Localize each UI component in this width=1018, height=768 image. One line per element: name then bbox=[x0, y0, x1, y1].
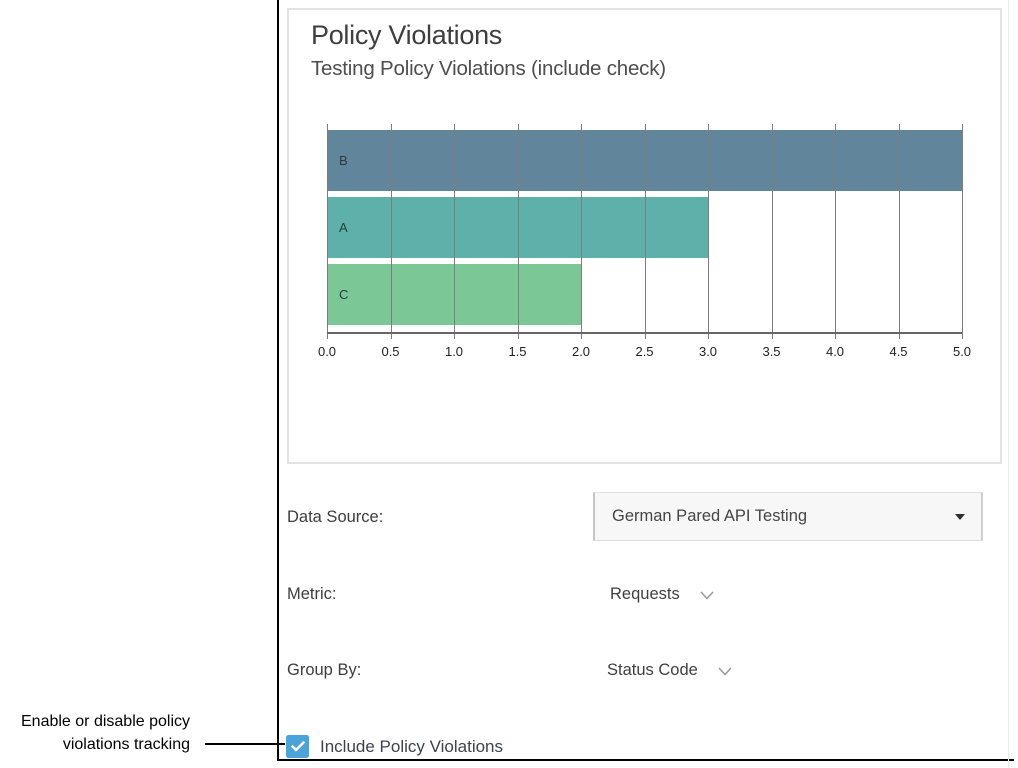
gridline bbox=[962, 124, 963, 339]
x-tick-label: 3.5 bbox=[762, 344, 780, 359]
annotation-line-2: violations tracking bbox=[0, 733, 190, 756]
x-tick-label: 5.0 bbox=[953, 344, 971, 359]
chart-card: Policy Violations Testing Policy Violati… bbox=[287, 8, 1002, 464]
dropdown-caret-icon bbox=[955, 514, 965, 520]
data-source-label: Data Source: bbox=[287, 507, 383, 527]
metric-dropdown[interactable]: Requests bbox=[610, 584, 714, 604]
x-tick-label: 2.5 bbox=[635, 344, 653, 359]
annotation-text: Enable or disable policy violations trac… bbox=[0, 710, 190, 756]
gridline bbox=[518, 124, 519, 339]
gridline bbox=[327, 124, 328, 339]
group-by-dropdown[interactable]: Status Code bbox=[607, 660, 732, 680]
chart-plot: BAC0.00.51.01.52.02.53.03.54.04.55.0 bbox=[327, 124, 962, 333]
data-source-value: German Pared API Testing bbox=[612, 493, 807, 539]
gridline bbox=[772, 124, 773, 339]
metric-value: Requests bbox=[610, 584, 680, 604]
gridline bbox=[708, 124, 709, 339]
group-by-label: Group By: bbox=[287, 660, 361, 680]
chevron-down-icon bbox=[718, 667, 732, 676]
x-tick-label: 0.0 bbox=[318, 344, 336, 359]
panel-border-bottom bbox=[277, 759, 1014, 761]
annotation-line-1: Enable or disable policy bbox=[0, 710, 190, 733]
metric-label: Metric: bbox=[287, 584, 337, 604]
x-tick-label: 2.0 bbox=[572, 344, 590, 359]
include-policy-label: Include Policy Violations bbox=[320, 737, 503, 757]
data-source-select[interactable]: German Pared API Testing bbox=[593, 492, 983, 541]
gridline bbox=[391, 124, 392, 339]
chevron-down-icon bbox=[700, 591, 714, 600]
gridline bbox=[645, 124, 646, 339]
chart-subtitle: Testing Policy Violations (include check… bbox=[311, 57, 666, 81]
gridline bbox=[454, 124, 455, 339]
x-tick-label: 1.5 bbox=[508, 344, 526, 359]
group-by-value: Status Code bbox=[607, 660, 698, 680]
bar-label: C bbox=[339, 264, 348, 325]
chart-title: Policy Violations bbox=[311, 20, 502, 51]
callout-line bbox=[205, 743, 285, 745]
x-tick-label: 4.0 bbox=[826, 344, 844, 359]
gridline bbox=[835, 124, 836, 339]
bar-label: A bbox=[339, 197, 348, 258]
bar-label: B bbox=[339, 130, 348, 191]
x-tick-label: 0.5 bbox=[381, 344, 399, 359]
gridline bbox=[581, 124, 582, 339]
x-tick-label: 1.0 bbox=[445, 344, 463, 359]
x-tick-label: 4.5 bbox=[889, 344, 907, 359]
panel-border-vertical bbox=[277, 0, 279, 761]
gridline bbox=[899, 124, 900, 339]
checkmark-icon bbox=[291, 741, 305, 752]
x-axis-line bbox=[327, 332, 962, 334]
include-policy-checkbox[interactable] bbox=[286, 735, 309, 758]
x-tick-label: 3.0 bbox=[699, 344, 717, 359]
content-right-edge-line bbox=[1008, 0, 1009, 768]
